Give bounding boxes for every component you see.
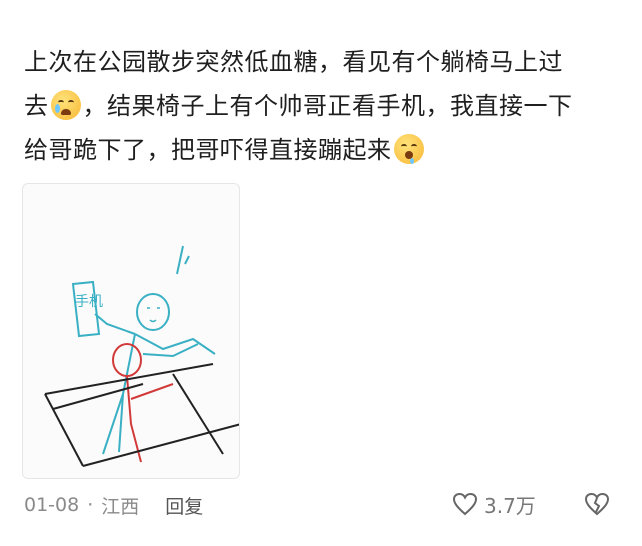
comment-line-1: 上次在公园散步突然低血糖，看见有个躺椅马上过 (24, 40, 624, 84)
like-button[interactable]: 3.7万 (452, 488, 536, 520)
crying-face-emoji-icon (50, 90, 81, 120)
reply-button[interactable]: 回复 (165, 492, 203, 519)
comment-image-sketch[interactable]: 手机 (22, 183, 240, 479)
comment-text: 上次在公园散步突然低血糖，看见有个躺椅马上过 去 ，结果椅子上有个帅哥正看手机，我… (24, 40, 624, 172)
sketch-bench (44, 363, 239, 467)
comment-line-3-text: 给哥跪下了，把哥吓得直接蹦起来 (24, 136, 392, 164)
sketch-arm-right (134, 333, 216, 355)
meta-separator: · (87, 494, 94, 516)
dislike-button[interactable] (582, 488, 612, 520)
comment-line-2-text-a: 去 (24, 92, 49, 120)
comment-line-3: 给哥跪下了，把哥吓得直接蹦起来 (24, 128, 624, 172)
sketch-body (118, 333, 136, 453)
sketch-drawing: 手机 (44, 245, 239, 467)
comment-line-2-text-b: ，结果椅子上有个帅哥正看手机，我直接一下 (82, 92, 573, 120)
sketch-phone-label: 手机 (75, 294, 103, 310)
comment-date: 01-08 (24, 494, 80, 516)
drooling-face-emoji-icon (393, 134, 424, 164)
comment-line-2: 去 ，结果椅子上有个帅哥正看手机，我直接一下 (24, 84, 624, 128)
comment-line-1-text: 上次在公园散步突然低血糖，看见有个躺椅马上过 (24, 48, 563, 76)
sketch-head (136, 293, 170, 331)
like-count: 3.7万 (484, 493, 536, 518)
comment-location: 江西 (101, 495, 140, 518)
sketch-motion-lines (176, 245, 190, 275)
comment-meta: 01-08 · 江西 回复 (24, 490, 203, 520)
sketch-arm-left (94, 313, 136, 335)
broken-heart-icon (584, 492, 610, 516)
heart-icon (452, 492, 478, 516)
